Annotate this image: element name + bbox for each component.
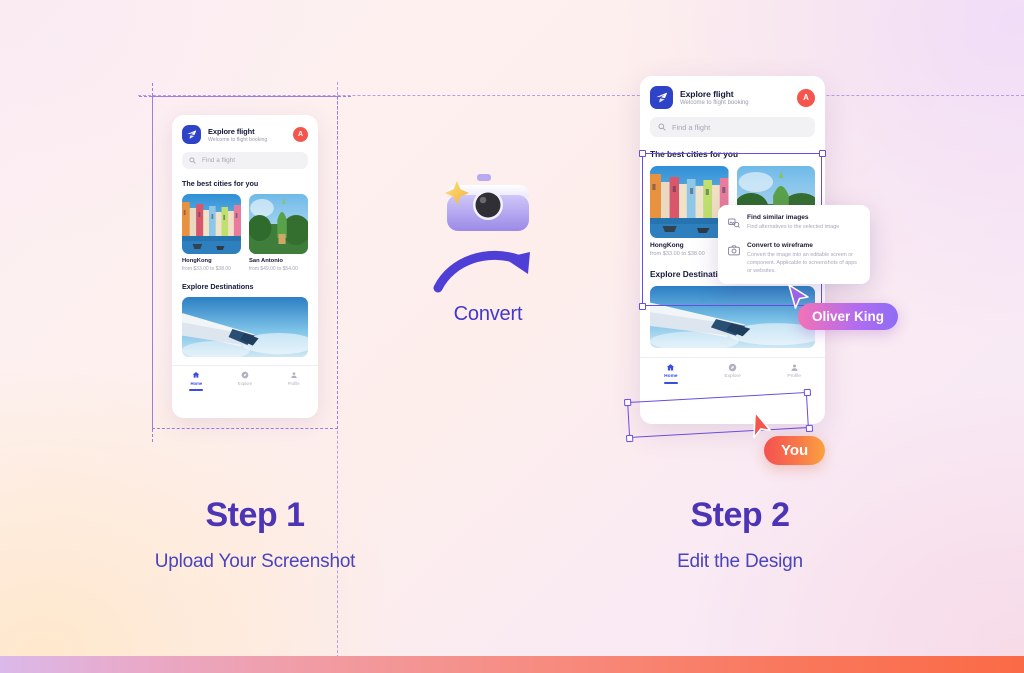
step-subtitle: Edit the Design	[677, 551, 803, 572]
wireframe-camera-icon	[728, 243, 740, 275]
menu-item-title: Find similar images	[747, 214, 809, 221]
nav-active-indicator	[663, 382, 678, 384]
nav-label: Profile	[787, 374, 801, 379]
app-header: Explore flight Welcome to flight booking…	[640, 76, 825, 117]
page-title: Step 1	[205, 496, 305, 534]
nav-label: Explore	[724, 374, 741, 379]
menu-item-description: Convert the image into an editable scree…	[747, 252, 857, 275]
sidebar-item-explore[interactable]: Explore	[221, 366, 270, 395]
city-name: HongKong	[182, 258, 212, 264]
search-icon	[189, 157, 196, 164]
compass-icon	[241, 371, 249, 379]
bottom-nav: Home Explore Profile	[172, 365, 318, 395]
avatar[interactable]: A	[797, 88, 815, 107]
search-input[interactable]: Find a flight	[650, 117, 815, 137]
sidebar-item-home[interactable]: Home	[172, 366, 221, 395]
step-1-caption: Step 1 Upload Your Screenshot	[95, 496, 415, 573]
menu-item-convert-to-wireframe[interactable]: Convert to wireframe Convert the image i…	[728, 242, 860, 275]
nav-label: Profile	[287, 381, 300, 386]
search-icon	[658, 123, 666, 131]
find-similar-images-icon	[728, 215, 740, 233]
sidebar-item-profile[interactable]: Profile	[269, 366, 318, 395]
app-header: Explore flight Welcome to flight booking…	[172, 115, 318, 152]
convert-block: Convert	[418, 165, 558, 326]
bottom-gradient-bar	[0, 656, 1024, 673]
sidebar-item-profile[interactable]: Profile	[763, 358, 825, 388]
curved-arrow-right-icon	[433, 250, 530, 293]
resize-handle-bottom-right[interactable]	[805, 424, 813, 432]
menu-item-find-similar-images[interactable]: Find similar images Find alternatives to…	[728, 214, 860, 233]
compass-icon	[728, 363, 737, 372]
camera-sparkle-icon	[445, 174, 529, 231]
search-placeholder: Find a flight	[672, 122, 711, 132]
green-temple-photo	[249, 194, 308, 254]
city-price: from $33.00 to $38.00	[650, 251, 705, 257]
app-title-block: Explore flight Welcome to flight booking	[208, 127, 286, 143]
city-card[interactable]: HongKong from $33.00 to $38.00	[650, 166, 729, 257]
section-title-destinations: Explore Destinations	[182, 282, 254, 291]
app-subtitle: Welcome to flight booking	[208, 136, 268, 143]
nav-label: Home	[664, 374, 678, 379]
city-name: HongKong	[650, 242, 684, 249]
nav-label: Explore	[237, 381, 253, 386]
paper-plane-icon	[182, 125, 201, 144]
page-title: Step 2	[690, 496, 790, 534]
canvas: Explore flight Welcome to flight booking…	[0, 0, 1024, 673]
app-title: Explore flight	[680, 89, 734, 99]
avatar[interactable]: A	[293, 127, 308, 142]
colorful-canal-houses-photo	[182, 194, 241, 254]
city-name: San Antonio	[249, 258, 283, 264]
paper-plane-icon	[650, 86, 673, 109]
step-2-caption: Step 2 Edit the Design	[580, 496, 900, 573]
airplane-wing-above-clouds-photo	[182, 297, 308, 357]
app-subtitle: Welcome to flight booking	[680, 100, 749, 106]
nav-active-indicator	[189, 389, 204, 391]
search-placeholder: Find a flight	[202, 157, 236, 164]
city-card[interactable]: San Antonio from $49.00 to $54.00	[249, 194, 308, 272]
person-icon	[791, 364, 798, 371]
cursor-label-oliver: Oliver King	[798, 303, 899, 330]
home-icon	[192, 372, 200, 378]
context-menu[interactable]: Find similar images Find alternatives to…	[718, 205, 870, 285]
home-icon	[667, 364, 675, 371]
menu-item-description: Find alternatives to the selected image	[747, 224, 840, 230]
section-title-cities: The best cities for you	[182, 179, 259, 188]
city-card-list: HongKong from $33.00 to $38.00 San Anton	[172, 194, 318, 272]
convert-label: Convert	[453, 303, 523, 325]
sidebar-item-home[interactable]: Home	[640, 358, 702, 388]
sidebar-item-explore[interactable]: Explore	[702, 358, 764, 388]
step-subtitle: Upload Your Screenshot	[154, 551, 356, 572]
city-price: from $49.00 to $54.00	[249, 266, 298, 272]
bottom-nav: Home Explore Profile	[640, 357, 825, 388]
city-price: from $33.00 to $38.00	[182, 266, 231, 272]
nav-label: Home	[190, 381, 203, 386]
app-title: Explore flight	[208, 126, 255, 136]
cursor-label-you: You	[764, 436, 826, 465]
section-title-cities: The best cities for you	[650, 149, 739, 159]
person-icon	[291, 372, 297, 378]
colorful-canal-houses-photo	[650, 166, 729, 238]
resize-handle-top-left[interactable]	[623, 398, 631, 406]
search-input[interactable]: Find a flight	[182, 152, 308, 169]
app-title-block: Explore flight Welcome to flight booking	[680, 89, 790, 106]
city-card[interactable]: HongKong from $33.00 to $38.00	[182, 194, 241, 272]
menu-item-title: Convert to wireframe	[747, 242, 813, 249]
resize-handle-bottom-left[interactable]	[625, 434, 633, 442]
phone-mockup-original: Explore flight Welcome to flight booking…	[172, 115, 318, 418]
